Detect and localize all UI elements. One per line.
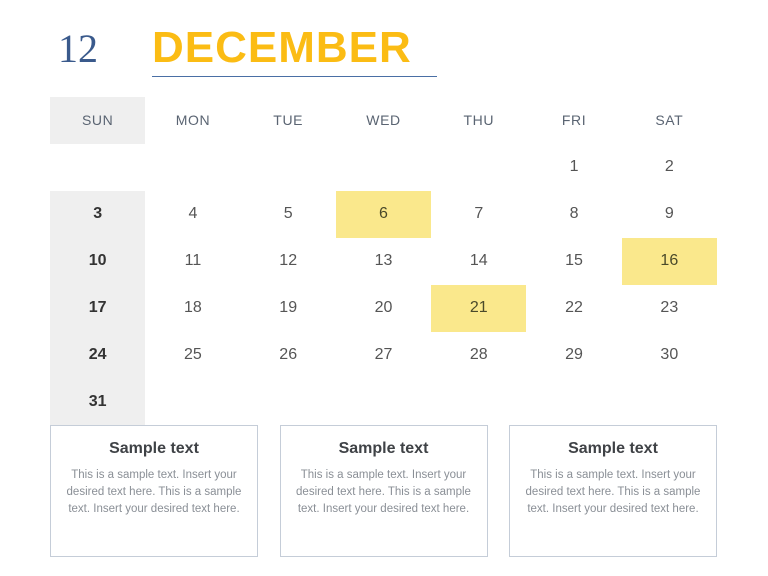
calendar-day-10[interactable]: 10 bbox=[50, 238, 146, 285]
calendar-day-empty bbox=[336, 144, 431, 191]
calendar-day-26[interactable]: 26 bbox=[241, 332, 336, 379]
calendar-day-empty bbox=[241, 144, 336, 191]
calendar-week-row: 3456789 bbox=[50, 191, 717, 238]
calendar-week-row: 10 11 12 13 14 15 16 bbox=[50, 238, 717, 285]
calendar-day-empty bbox=[50, 144, 145, 191]
calendar-day-22[interactable]: 22 bbox=[526, 285, 621, 332]
calendar-day-6[interactable]: 6 bbox=[335, 191, 432, 238]
weekday-header-row: SUN MON TUE WED THU FRI SAT bbox=[50, 97, 717, 144]
calendar-day-empty bbox=[241, 379, 336, 426]
calendar-day-21[interactable]: 21 bbox=[431, 285, 527, 332]
calendar-day-16[interactable]: 16 bbox=[621, 238, 717, 285]
calendar-day-3[interactable]: 3 bbox=[50, 191, 146, 238]
weekday-header-tue: TUE bbox=[273, 112, 304, 129]
calendar-day-14[interactable]: 14 bbox=[431, 238, 526, 285]
calendar-day-9[interactable]: 9 bbox=[622, 191, 717, 238]
card-title: Sample text bbox=[338, 440, 429, 457]
calendar-day-empty bbox=[145, 379, 240, 426]
sample-text-card[interactable]: Sample text This is a sample text. Insert… bbox=[509, 425, 717, 557]
sample-text-card[interactable]: Sample text This is a sample text. Insert… bbox=[50, 425, 258, 557]
weekday-header-mon: MON bbox=[175, 112, 211, 129]
card-title: Sample text bbox=[109, 440, 199, 457]
calendar-day-15[interactable]: 15 bbox=[526, 238, 621, 285]
calendar-day-29[interactable]: 29 bbox=[526, 332, 621, 379]
calendar-weeks: 1 2 3 4 5 6 7 8 9 10 11 12 13 14 15 16 17 18 19 20 21 22 23 24 2… bbox=[50, 144, 717, 426]
card-body-text: This is a sample text. Insert your desir… bbox=[525, 469, 701, 515]
calendar-week-row: 24 25 26 27 28 29 30 bbox=[50, 332, 717, 379]
calendar-day-empty bbox=[336, 379, 431, 426]
calendar-day-18[interactable]: 18 bbox=[145, 285, 240, 332]
calendar-day-30[interactable]: 30 bbox=[622, 332, 717, 379]
calendar-header: 12 DECEMBER bbox=[50, 22, 718, 84]
month-name-title: DECEMBER bbox=[152, 23, 412, 72]
card-body-text: This is a sample text. Insert your desir… bbox=[296, 469, 471, 515]
calendar-day-empty bbox=[431, 379, 526, 426]
calendar-day-23[interactable]: 23 bbox=[622, 285, 717, 332]
calendar-day-20[interactable]: 20 bbox=[336, 285, 431, 332]
calendar-day-empty bbox=[145, 144, 240, 191]
calendar-day-empty bbox=[622, 379, 717, 426]
weekday-header-thu: THU bbox=[463, 112, 495, 129]
calendar-day-empty bbox=[431, 144, 526, 191]
card-body-text: This is a sample text. Insert your desir… bbox=[66, 469, 242, 515]
calendar-week-row: 31 bbox=[50, 379, 717, 426]
calendar-day-5[interactable]: 5 bbox=[241, 191, 336, 238]
sample-text-card[interactable]: Sample text This is a sample text. Insert… bbox=[279, 425, 488, 557]
calendar-day-7[interactable]: 7 bbox=[431, 191, 526, 238]
calendar-day-1[interactable]: 1 bbox=[526, 144, 621, 191]
calendar-week-row: 17 18 19 20 21 22 23 bbox=[50, 285, 717, 332]
weekday-header-sun: SUN bbox=[50, 97, 146, 144]
calendar-day-25[interactable]: 25 bbox=[145, 332, 240, 379]
calendar-day-31[interactable]: 31 bbox=[50, 379, 146, 426]
month-title-underline bbox=[152, 76, 437, 77]
weekday-header-wed: WED bbox=[366, 112, 401, 129]
calendar-week-row: 12 bbox=[50, 144, 717, 191]
calendar-day-27[interactable]: 27 bbox=[336, 332, 431, 379]
calendar-day-28[interactable]: 28 bbox=[431, 332, 526, 379]
sample-text-cards-row: Sample text This is a sample text. Insert… bbox=[50, 425, 717, 557]
calendar-day-empty bbox=[526, 379, 621, 426]
calendar-day-12[interactable]: 12 bbox=[241, 238, 336, 285]
calendar-day-4[interactable]: 4 bbox=[145, 191, 240, 238]
calendar-day-24[interactable]: 24 bbox=[50, 332, 146, 379]
month-number: 12 bbox=[58, 26, 98, 71]
calendar-grid: SUN MON TUE WED THU FRI SAT 1 2 3 4 5 6 7 8 9 10 11 12 13 1… bbox=[50, 97, 717, 426]
calendar-day-8[interactable]: 8 bbox=[526, 191, 621, 238]
weekday-header-fri: FRI bbox=[561, 112, 587, 129]
calendar-day-2[interactable]: 2 bbox=[622, 144, 717, 191]
calendar-day-13[interactable]: 13 bbox=[336, 238, 431, 285]
calendar-day-19[interactable]: 19 bbox=[241, 285, 336, 332]
calendar-day-11[interactable]: 11 bbox=[145, 238, 240, 285]
calendar-day-17[interactable]: 17 bbox=[50, 285, 146, 332]
card-title: Sample text bbox=[568, 440, 658, 457]
weekday-header-sat: SAT bbox=[655, 112, 684, 129]
